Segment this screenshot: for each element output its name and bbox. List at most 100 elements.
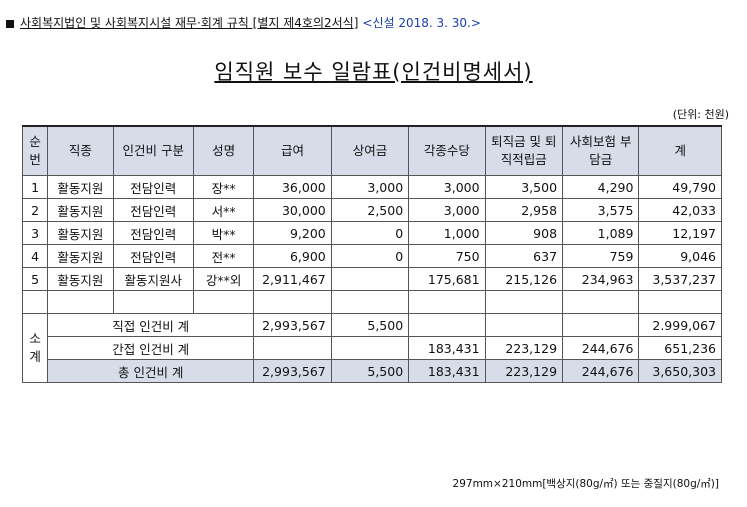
cell-total: 12,197 — [638, 221, 722, 245]
cell-type: 전담인력 — [112, 244, 194, 268]
cell-no: 5 — [21, 267, 49, 291]
cell-retirement: 2,958 — [484, 198, 564, 222]
cell-no: 4 — [21, 244, 49, 268]
indirect-allowance: 183,431 — [408, 336, 486, 360]
cell-insurance: 4,290 — [562, 175, 640, 199]
cell-retirement: 637 — [484, 244, 564, 268]
grand-salary: 2,993,567 — [253, 359, 332, 383]
cell-bonus: 0 — [330, 244, 410, 268]
cell-salary: 2,911,467 — [253, 267, 332, 291]
cell-bonus: 2,500 — [330, 198, 410, 222]
grand-total: 3,650,303 — [638, 359, 722, 383]
cell-no: 2 — [21, 198, 49, 222]
col-header-job: 직종 — [47, 125, 114, 176]
col-header-retirement: 퇴직금 및 퇴직적립금 — [484, 125, 564, 176]
table-row: 1 활동지원 전담인력 장** 36,000 3,000 3,000 3,500… — [21, 175, 722, 199]
direct-cost-row: 소 계 직접 인건비 계 2,993,567 5,500 2.999,067 — [21, 313, 722, 383]
table-header-row: 순번 직종 인건비 구분 성명 급여 상여금 각종수당 퇴직금 및 퇴직적립금 … — [21, 125, 722, 176]
indirect-total: 651,236 — [638, 336, 722, 360]
direct-bonus: 5,500 — [330, 313, 410, 337]
regulation-text: 사회복지법인 및 사회복지시설 재무·회계 규칙 [별지 제4호의2서식] — [20, 16, 359, 30]
grand-total-label: 총 인건비 계 — [47, 359, 255, 383]
cell-salary: 36,000 — [253, 175, 332, 199]
cell-job: 활동지원 — [47, 198, 114, 222]
cell-insurance: 1,089 — [562, 221, 640, 245]
grand-allowance: 183,431 — [408, 359, 486, 383]
cell-no: 1 — [21, 175, 49, 199]
cell-total: 3,537,237 — [638, 267, 722, 291]
grand-insurance: 244,676 — [562, 359, 640, 383]
direct-cost-label: 직접 인건비 계 — [47, 313, 255, 337]
direct-salary: 2,993,567 — [253, 313, 332, 337]
cell-type: 전담인력 — [112, 198, 194, 222]
col-header-bonus: 상여금 — [330, 125, 410, 176]
direct-insurance — [562, 313, 640, 337]
cell-name: 전** — [192, 244, 255, 268]
cell-name: 장** — [192, 175, 255, 199]
indirect-retirement: 223,129 — [484, 336, 564, 360]
cell-allowance: 3,000 — [408, 175, 486, 199]
direct-total: 2.999,067 — [638, 313, 722, 337]
cell-allowance: 1,000 — [408, 221, 486, 245]
cell-retirement: 3,500 — [484, 175, 564, 199]
cell-job: 활동지원 — [47, 244, 114, 268]
cell-job: 활동지원 — [47, 221, 114, 245]
indirect-cost-label: 간접 인건비 계 — [47, 336, 255, 360]
payroll-table: 순번 직종 인건비 구분 성명 급여 상여금 각종수당 퇴직금 및 퇴직적립금 … — [21, 125, 722, 383]
grand-bonus: 5,500 — [330, 359, 410, 383]
paper-spec-footer: 297mm×210mm[백상지(80g/㎡) 또는 중질지(80g/㎡)] — [452, 478, 719, 490]
cell-allowance: 750 — [408, 244, 486, 268]
table-row: 2 활동지원 전담인력 서** 30,000 2,500 3,000 2,958… — [21, 198, 722, 222]
table-row-empty — [21, 290, 722, 314]
cell-name: 강**외 — [192, 267, 255, 291]
indirect-salary — [253, 336, 332, 360]
cell-insurance: 759 — [562, 244, 640, 268]
cell-type: 전담인력 — [112, 221, 194, 245]
subtotal-label: 소 계 — [21, 313, 49, 383]
cell-name: 박** — [192, 221, 255, 245]
cell-job: 활동지원 — [47, 175, 114, 199]
cell-allowance: 175,681 — [408, 267, 486, 291]
direct-allowance — [408, 313, 486, 337]
col-header-type: 인건비 구분 — [112, 125, 194, 176]
cell-total: 49,790 — [638, 175, 722, 199]
cell-type: 활동지원사 — [112, 267, 194, 291]
cell-bonus: 3,000 — [330, 175, 410, 199]
cell-insurance: 3,575 — [562, 198, 640, 222]
cell-type: 전담인력 — [112, 175, 194, 199]
cell-salary: 6,900 — [253, 244, 332, 268]
direct-retirement — [484, 313, 564, 337]
table-row: 5 활동지원 활동지원사 강**외 2,911,467 175,681 215,… — [21, 267, 722, 291]
grand-total-row: 총 인건비 계 2,993,567 5,500 183,431 223,129 … — [23, 359, 722, 383]
indirect-insurance: 244,676 — [562, 336, 640, 360]
cell-salary: 9,200 — [253, 221, 332, 245]
cell-total: 42,033 — [638, 198, 722, 222]
col-header-no: 순번 — [21, 125, 49, 176]
indirect-cost-row: 간접 인건비 계 183,431 223,129 244,676 651,236 — [23, 336, 722, 360]
cell-no: 3 — [21, 221, 49, 245]
regulation-header: 사회복지법인 및 사회복지시설 재무·회계 규칙 [별지 제4호의2서식] <신설… — [6, 14, 481, 31]
cell-insurance: 234,963 — [562, 267, 640, 291]
cell-total: 9,046 — [638, 244, 722, 268]
col-header-insurance: 사회보험 부담금 — [562, 125, 640, 176]
cell-allowance: 3,000 — [408, 198, 486, 222]
revision-note: <신설 2018. 3. 30.> — [362, 16, 481, 30]
cell-name: 서** — [192, 198, 255, 222]
indirect-bonus — [330, 336, 410, 360]
col-header-allowance: 각종수당 — [408, 125, 486, 176]
square-bullet-icon — [6, 19, 14, 28]
table-row: 3 활동지원 전담인력 박** 9,200 0 1,000 908 1,089 … — [21, 221, 722, 245]
grand-retirement: 223,129 — [484, 359, 564, 383]
col-header-total: 계 — [638, 125, 722, 176]
col-header-name: 성명 — [192, 125, 255, 176]
unit-label: (단위: 천원) — [672, 108, 729, 121]
cell-job: 활동지원 — [47, 267, 114, 291]
cell-salary: 30,000 — [253, 198, 332, 222]
col-header-salary: 급여 — [253, 125, 332, 176]
table-row: 4 활동지원 전담인력 전** 6,900 0 750 637 759 9,04… — [21, 244, 722, 268]
document-title: 임직원 보수 일람표(인건비명세서) — [214, 60, 533, 84]
cell-retirement: 908 — [484, 221, 564, 245]
cell-retirement: 215,126 — [484, 267, 564, 291]
cell-bonus — [330, 267, 410, 291]
cell-bonus: 0 — [330, 221, 410, 245]
